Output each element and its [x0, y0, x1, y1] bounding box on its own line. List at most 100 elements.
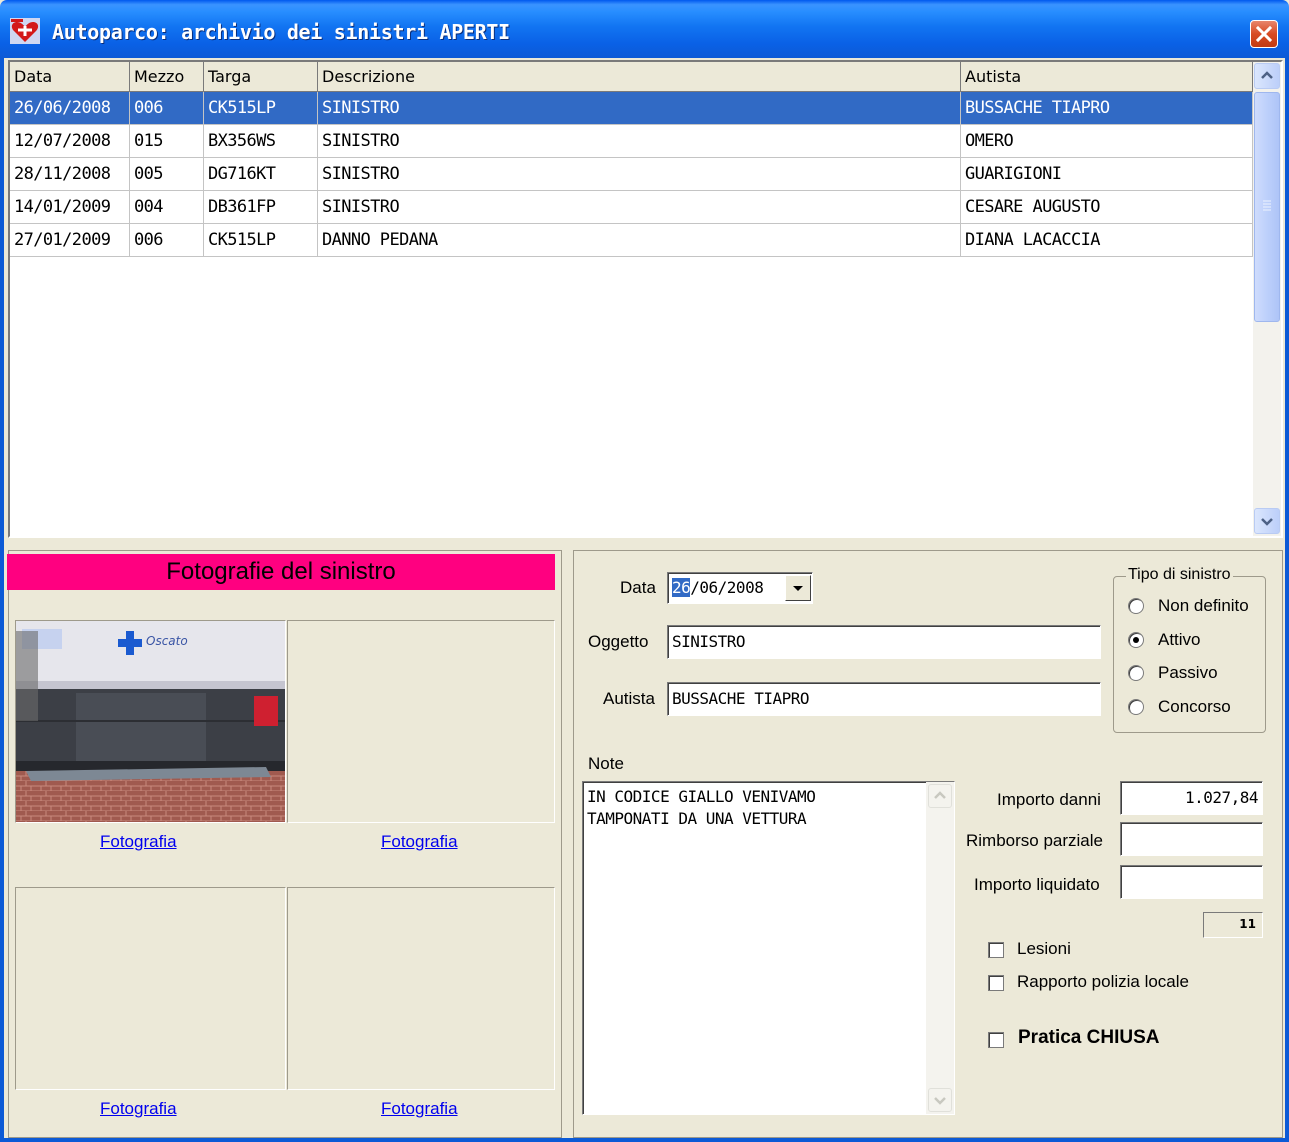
scroll-thumb[interactable] [1254, 92, 1280, 322]
table-row[interactable]: 28/11/2008 005 DG716KT SINISTRO GUARIGIO… [10, 158, 1253, 191]
cell-targa: DB361FP [204, 191, 318, 224]
note-scroll-up[interactable] [928, 784, 952, 808]
date-day-selected: 26 [672, 578, 691, 597]
cell-data: 27/01/2009 [10, 224, 130, 257]
radio-attivo[interactable] [1128, 632, 1144, 648]
cell-descrizione: DANNO PEDANA [318, 224, 961, 257]
column-header-data[interactable]: Data [10, 62, 130, 92]
title-bar[interactable]: Autoparco: archivio dei sinistri APERTI [0, 0, 1289, 58]
grid-body: Data Mezzo Targa Descrizione Autista 26/… [10, 62, 1253, 536]
table-row[interactable]: 26/06/2008 006 CK515LP SINISTRO BUSSACHE… [10, 92, 1253, 125]
cell-descrizione: SINISTRO [318, 125, 961, 158]
chevron-down-icon [793, 586, 803, 591]
liquidato-label: Importo liquidato [974, 875, 1100, 894]
radio-non-definito[interactable] [1128, 598, 1144, 614]
photo-link-1[interactable]: Fotografia [100, 832, 177, 852]
pratica-chiusa-checkbox[interactable] [988, 1032, 1004, 1048]
rimborso-label: Rimborso parziale [966, 831, 1103, 850]
photos-header: Fotografie del sinistro [7, 554, 555, 590]
photo-slot-4[interactable] [287, 887, 555, 1090]
radio-passivo[interactable] [1128, 665, 1144, 681]
cell-descrizione: SINISTRO [318, 158, 961, 191]
rapporto-polizia-label[interactable]: Rapporto polizia locale [1017, 972, 1189, 992]
window-frame-right [1285, 58, 1289, 1142]
photo-slot-1[interactable]: Oscato [15, 620, 286, 823]
pratica-chiusa-label[interactable]: Pratica CHIUSA [1018, 1027, 1160, 1049]
note-scroll-down[interactable] [928, 1088, 952, 1112]
grid-vertical-scrollbar[interactable] [1253, 62, 1281, 536]
importo-danni-field[interactable]: 1.027,84 [1120, 781, 1263, 815]
cell-targa: CK515LP [204, 92, 318, 125]
radio-label-non-definito[interactable]: Non definito [1158, 596, 1249, 616]
note-text: IN CODICE GIALLO VENIVAMO TAMPONATI DA U… [587, 787, 816, 828]
photo-link-3[interactable]: Fotografia [100, 1099, 177, 1119]
note-label: Note [588, 754, 624, 773]
table-row[interactable]: 27/01/2009 006 CK515LP DANNO PEDANA DIAN… [10, 224, 1253, 257]
lesioni-checkbox[interactable] [988, 942, 1004, 958]
liquidato-field[interactable] [1120, 865, 1263, 899]
cell-targa: BX356WS [204, 125, 318, 158]
autista-field[interactable]: BUSSACHE TIAPRO [667, 682, 1101, 716]
cell-autista: DIANA LACACCIA [961, 224, 1253, 257]
cell-targa: CK515LP [204, 224, 318, 257]
radio-label-passivo[interactable]: Passivo [1158, 663, 1218, 683]
app-heart-icon [10, 18, 40, 44]
photo-vehicle-text: Oscato [146, 634, 188, 648]
oggetto-field[interactable]: SINISTRO [667, 625, 1101, 659]
column-header-mezzo[interactable]: Mezzo [130, 62, 204, 92]
cell-autista: GUARIGIONI [961, 158, 1253, 191]
radio-label-attivo[interactable]: Attivo [1158, 630, 1201, 650]
cell-mezzo: 006 [130, 92, 204, 125]
cell-data: 26/06/2008 [10, 92, 130, 125]
table-row[interactable]: 12/07/2008 015 BX356WS SINISTRO OMERO [10, 125, 1253, 158]
claims-grid[interactable]: Data Mezzo Targa Descrizione Autista 26/… [8, 60, 1283, 538]
close-button[interactable] [1250, 20, 1278, 48]
scroll-down-button[interactable] [1254, 508, 1280, 534]
tipo-sinistro-title: Tipo di sinistro [1126, 566, 1233, 584]
rimborso-field[interactable] [1120, 822, 1263, 856]
cell-descrizione: SINISTRO [318, 92, 961, 125]
photo-slot-3[interactable] [15, 887, 286, 1090]
photo-slot-2[interactable] [287, 620, 555, 823]
note-scrollbar[interactable] [926, 782, 954, 1114]
chevron-down-icon [1261, 518, 1273, 526]
cell-mezzo: 015 [130, 125, 204, 158]
grip-icon [1263, 200, 1271, 211]
cell-autista: BUSSACHE TIAPRO [961, 92, 1253, 125]
chevron-up-icon [934, 791, 946, 799]
cell-mezzo: 006 [130, 224, 204, 257]
date-picker[interactable]: 26/06/2008 [667, 572, 813, 604]
chevron-down-icon [934, 1097, 946, 1105]
column-header-descrizione[interactable]: Descrizione [318, 62, 961, 92]
cell-autista: OMERO [961, 125, 1253, 158]
oggetto-label: Oggetto [588, 632, 649, 651]
cell-mezzo: 005 [130, 158, 204, 191]
scroll-up-button[interactable] [1254, 63, 1280, 89]
window-title: Autoparco: archivio dei sinistri APERTI [52, 20, 510, 44]
radio-concorso[interactable] [1128, 699, 1144, 715]
cell-data: 14/01/2009 [10, 191, 130, 224]
photo-link-2[interactable]: Fotografia [381, 832, 458, 852]
radio-label-concorso[interactable]: Concorso [1158, 697, 1231, 717]
cell-descrizione: SINISTRO [318, 191, 961, 224]
note-textarea[interactable]: IN CODICE GIALLO VENIVAMO TAMPONATI DA U… [582, 781, 955, 1115]
autista-label: Autista [603, 689, 655, 708]
chevron-up-icon [1261, 71, 1273, 79]
window-frame-bottom [0, 1138, 1289, 1142]
data-label: Data [620, 578, 656, 597]
radio-dot [1133, 637, 1139, 643]
cell-mezzo: 004 [130, 191, 204, 224]
column-header-autista[interactable]: Autista [961, 62, 1253, 92]
photo-image: Oscato [16, 621, 285, 822]
cell-targa: DG716KT [204, 158, 318, 191]
column-header-targa[interactable]: Targa [204, 62, 318, 92]
date-dropdown-button[interactable] [785, 575, 811, 601]
cell-autista: CESARE AUGUSTO [961, 191, 1253, 224]
close-icon [1255, 25, 1273, 43]
importo-danni-label: Importo danni [997, 790, 1101, 809]
table-row[interactable]: 14/01/2009 004 DB361FP SINISTRO CESARE A… [10, 191, 1253, 224]
photo-link-4[interactable]: Fotografia [381, 1099, 458, 1119]
lesioni-label[interactable]: Lesioni [1017, 939, 1071, 959]
cell-data: 12/07/2008 [10, 125, 130, 158]
rapporto-polizia-checkbox[interactable] [988, 975, 1004, 991]
